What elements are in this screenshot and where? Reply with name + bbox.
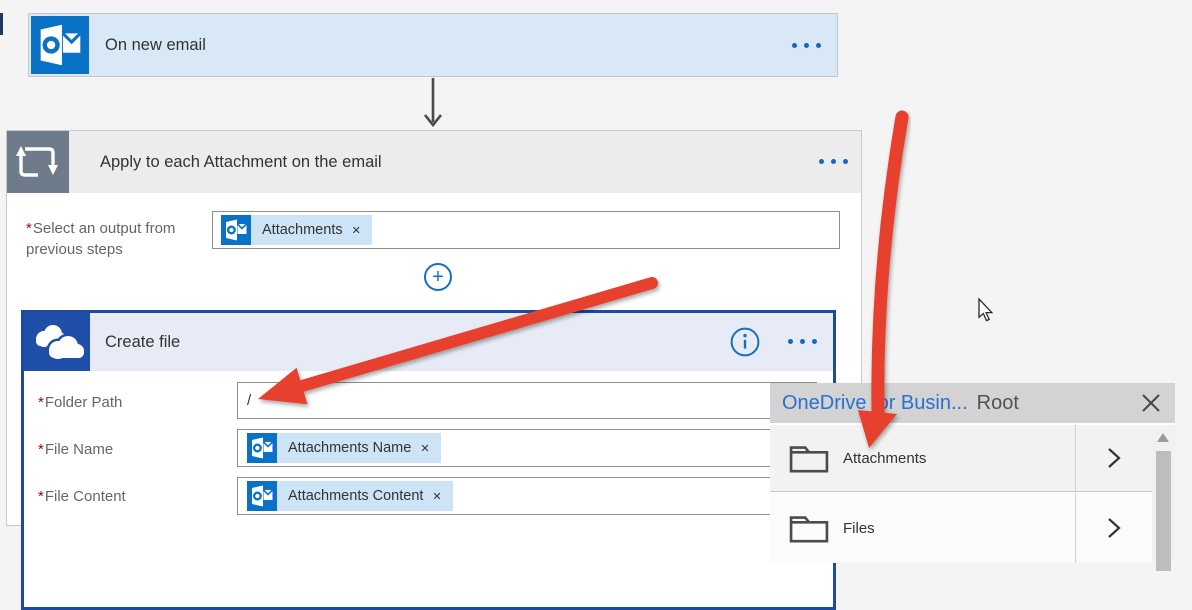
chevron-right-icon — [1108, 448, 1121, 468]
required-asterisk: * — [26, 220, 32, 237]
for-each-loop-icon — [7, 131, 69, 193]
folder-row-files[interactable]: Files — [770, 493, 1152, 563]
folder-name: Attachments — [843, 449, 927, 467]
chevron-right-icon — [1108, 518, 1121, 538]
create-file-header[interactable]: Create file — [24, 313, 833, 371]
token-remove-icon[interactable]: ✕ — [352, 224, 361, 237]
folder-picker-popup: OneDrive for Busin... Root Attachments F… — [770, 383, 1175, 571]
folder-name: Files — [843, 519, 875, 537]
token-label: Attachments — [262, 222, 343, 238]
token-label: Attachments Content — [288, 488, 424, 504]
outlook-icon — [221, 215, 251, 245]
add-action-button[interactable]: + — [424, 263, 452, 291]
picker-scrollbar[interactable] — [1152, 425, 1175, 571]
outlook-icon — [247, 433, 277, 463]
file-name-input[interactable]: Attachments Name ✕ — [237, 429, 817, 467]
open-folder-chevron[interactable] — [1075, 493, 1152, 563]
onedrive-icon — [24, 313, 90, 371]
open-folder-chevron[interactable] — [1075, 425, 1152, 491]
token-remove-icon[interactable]: ✕ — [432, 490, 441, 503]
connector-arrow-icon — [423, 78, 443, 128]
picker-location-title: Root — [976, 391, 1019, 414]
mouse-cursor — [978, 297, 994, 322]
output-input[interactable]: Attachments ✕ — [212, 211, 840, 249]
folder-path-value: / — [247, 392, 252, 409]
info-icon[interactable] — [730, 327, 760, 357]
create-file-card: Create file *Folder Path / *File Name At… — [21, 310, 836, 610]
apply-to-each-title: Apply to each Attachment on the email — [100, 153, 382, 171]
apply-to-each-card: Apply to each Attachment on the email *S… — [6, 130, 862, 610]
clipped-edge-artifact — [0, 13, 3, 35]
trigger-title: On new email — [105, 36, 206, 54]
file-name-token[interactable]: Attachments Name ✕ — [247, 433, 441, 463]
token-label: Attachments Name — [288, 440, 412, 456]
close-icon[interactable] — [1139, 391, 1163, 415]
picker-connector-title: OneDrive for Busin... — [782, 391, 968, 414]
trigger-more-menu-icon[interactable] — [785, 43, 821, 48]
folder-icon — [787, 511, 831, 545]
trigger-card-on-new-email[interactable]: On new email — [28, 13, 838, 77]
folder-row-attachments[interactable]: Attachments — [770, 425, 1152, 492]
folder-picker-header: OneDrive for Busin... Root — [770, 383, 1175, 423]
outlook-icon — [247, 481, 277, 511]
folder-path-input[interactable]: / — [237, 382, 817, 419]
outlook-icon — [31, 16, 89, 74]
apply-to-each-header[interactable]: Apply to each Attachment on the email — [7, 131, 861, 193]
output-field-label: *Select an output from previous steps — [26, 220, 176, 258]
file-content-label: *File Content — [38, 488, 126, 505]
attachments-token[interactable]: Attachments ✕ — [221, 215, 372, 245]
file-content-input[interactable]: Attachments Content ✕ — [237, 477, 817, 515]
file-content-token[interactable]: Attachments Content ✕ — [247, 481, 453, 511]
create-file-title: Create file — [105, 333, 181, 351]
create-file-more-menu-icon[interactable] — [781, 339, 817, 344]
scroll-up-icon[interactable] — [1157, 433, 1169, 442]
flow-designer: { "colors": { "outlook_blue": "#0a72c6",… — [0, 0, 1192, 610]
file-name-label: *File Name — [38, 441, 114, 458]
folder-icon — [787, 441, 831, 475]
scrollbar-thumb[interactable] — [1156, 451, 1171, 571]
apply-to-each-more-menu-icon[interactable] — [812, 159, 848, 164]
token-remove-icon[interactable]: ✕ — [420, 442, 429, 455]
folder-path-label: *Folder Path — [38, 394, 123, 411]
